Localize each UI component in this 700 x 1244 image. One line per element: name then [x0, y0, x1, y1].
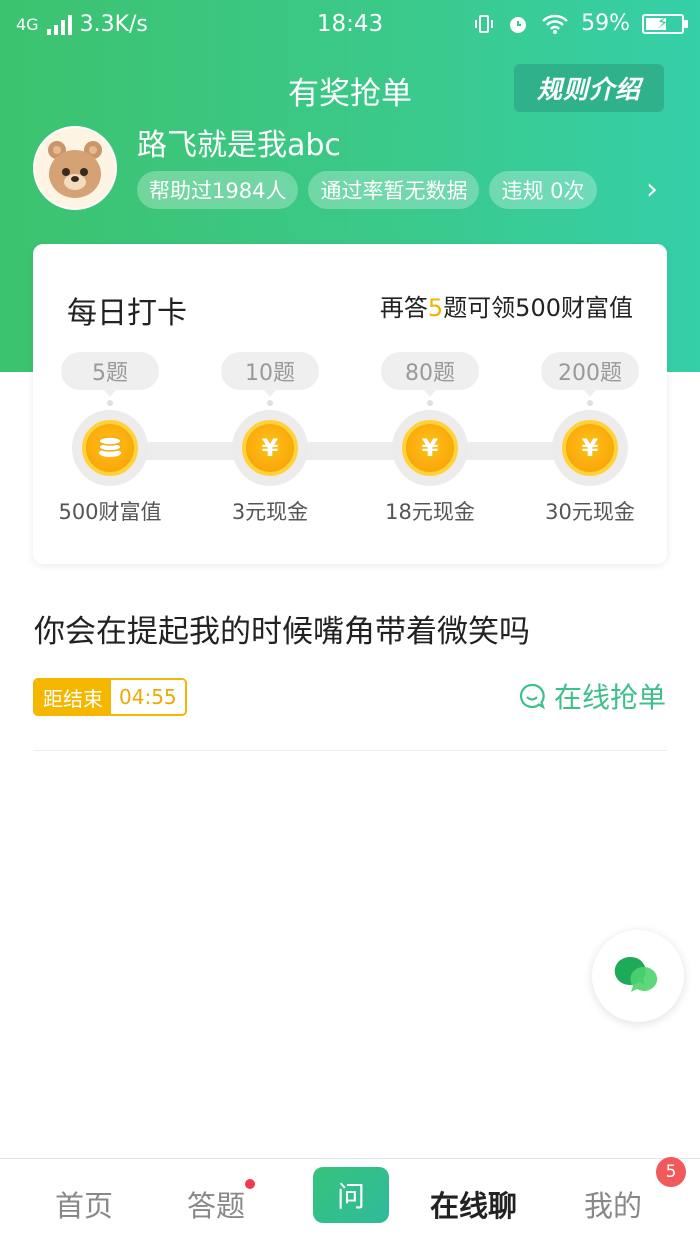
coin-ring: ¥	[392, 410, 468, 486]
tab-home[interactable]: 首页	[55, 1183, 113, 1225]
tip-count: 5	[427, 294, 444, 322]
bear-avatar-icon	[48, 141, 102, 198]
status-bar: 4G 3.3K/s 18:43 59% ⚡	[0, 0, 700, 50]
step-questions: 200题	[541, 352, 639, 390]
daily-checkin-card: 每日打卡 再答5题可领500财富值 5题 500财富值 10题 ¥ 3元现金 8…	[33, 244, 667, 564]
coin-ring: ¥	[552, 410, 628, 486]
step-dot	[587, 400, 593, 406]
chat-bubbles-icon	[614, 956, 658, 992]
step-reward: 18元现金	[385, 500, 475, 524]
checkin-step[interactable]: 200题 ¥ 30元现金	[540, 352, 640, 526]
battery-percent: 59%	[581, 11, 630, 36]
alarm-icon	[510, 16, 527, 33]
step-dot	[427, 400, 433, 406]
countdown-timer: 距结束 04:55	[33, 678, 187, 716]
yen-coin-icon: ¥	[402, 420, 458, 476]
divider	[33, 750, 667, 751]
bubble-tail	[424, 390, 436, 397]
notification-dot	[245, 1179, 256, 1189]
step-questions: 5题	[61, 352, 159, 390]
step-reward: 3元现金	[231, 500, 309, 524]
progress-track	[111, 442, 589, 460]
unread-count-badge: 5	[656, 1157, 687, 1187]
step-questions: 10题	[221, 352, 319, 390]
battery-icon: ⚡	[642, 13, 688, 34]
step-dot	[107, 400, 113, 406]
yen-coin-icon: ¥	[562, 420, 618, 476]
floating-chat-button[interactable]	[592, 930, 684, 1022]
checkin-step[interactable]: 10题 ¥ 3元现金	[220, 352, 320, 526]
checkin-step[interactable]: 5题 500财富值	[58, 352, 162, 526]
bubble-tail	[264, 390, 276, 397]
tab-mine[interactable]: 我的 5	[584, 1157, 687, 1225]
tab-mine-label: 我的	[584, 1189, 643, 1223]
bubble-tail	[584, 390, 596, 397]
checkin-tip: 再答5题可领500财富值	[380, 288, 633, 323]
step-questions: 80题	[381, 352, 479, 390]
profile-badges: 帮助过1984人 通过率暂无数据 违规 0次	[137, 171, 597, 209]
step-dot	[267, 400, 273, 406]
grab-order-button[interactable]: 在线抢单	[518, 676, 666, 716]
step-reward: 500财富值	[58, 500, 162, 524]
question-text[interactable]: 你会在提起我的时候嘴角带着微笑吗	[34, 606, 530, 651]
step-reward: 30元现金	[545, 500, 635, 524]
coin-ring: ¥	[232, 410, 308, 486]
tab-answer-label: 答题	[187, 1189, 246, 1223]
tab-online-chat[interactable]: 在线聊	[430, 1183, 517, 1225]
help-count-badge: 帮助过1984人	[137, 171, 299, 209]
yen-coin-icon: ¥	[242, 420, 298, 476]
tip-prefix: 再答	[379, 294, 428, 322]
tab-home-label: 首页	[55, 1189, 114, 1223]
tab-answer[interactable]: 答题	[187, 1179, 256, 1225]
rules-button[interactable]: 规则介绍	[514, 64, 664, 112]
timer-value: 04:55	[111, 680, 185, 714]
avatar[interactable]	[33, 126, 117, 210]
checkin-title: 每日打卡	[67, 296, 187, 331]
bubble-tail	[104, 390, 116, 397]
pass-rate-badge: 通过率暂无数据	[308, 171, 480, 209]
wifi-icon	[542, 14, 568, 34]
coin-stack-icon	[82, 420, 138, 476]
ask-button[interactable]: 问	[313, 1167, 389, 1223]
coin-ring	[72, 410, 148, 486]
grab-order-label: 在线抢单	[553, 681, 666, 714]
chevron-right-icon[interactable]: ›	[646, 172, 658, 207]
timer-label: 距结束	[35, 680, 111, 714]
vibrate-icon	[475, 14, 494, 33]
checkin-step[interactable]: 80题 ¥ 18元现金	[380, 352, 480, 526]
tab-chat-label: 在线聊	[430, 1189, 518, 1223]
tip-suffix: 题可领500财富值	[443, 294, 633, 322]
violation-badge: 违规 0次	[489, 171, 597, 209]
username: 路飞就是我abc	[137, 128, 341, 163]
smile-chat-icon	[519, 683, 545, 710]
